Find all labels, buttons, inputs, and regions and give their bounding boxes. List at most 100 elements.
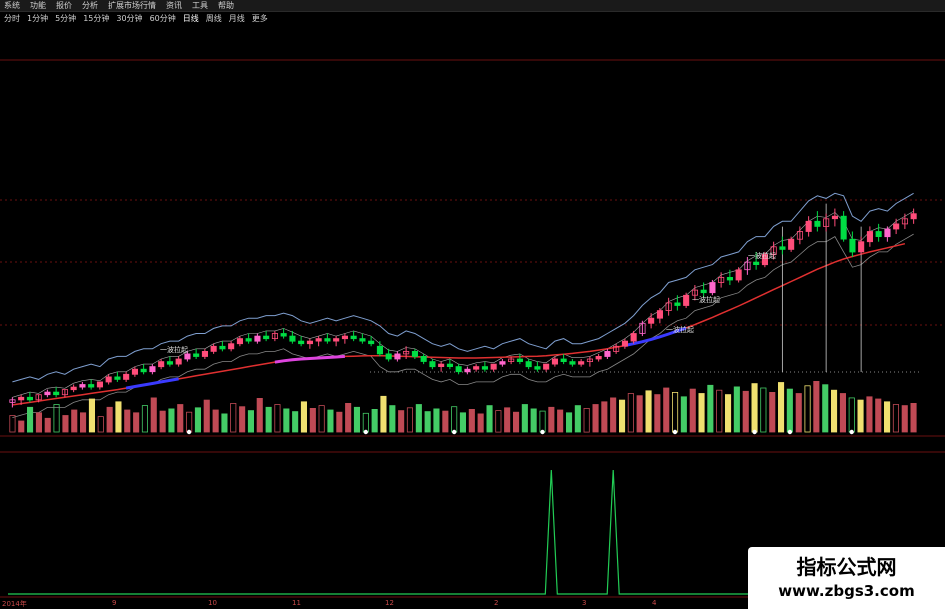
volume-bar [663,387,670,433]
volume-marker [672,429,678,435]
volume-bar [194,407,202,433]
candle-body [105,376,112,383]
candle-body [753,261,760,266]
candle-body [473,366,480,370]
candle-body [700,289,707,294]
candle-body [884,228,891,238]
chart-annotation-5: 一波拉起 [748,251,776,260]
candle-body [604,350,611,357]
volume-marker [849,429,854,435]
candle-body [385,353,392,360]
candle-body [831,215,838,220]
watermark-title: 指标公式网 [796,555,897,579]
candle-body [438,363,445,368]
volume-bar [769,391,776,433]
volume-bar [504,407,511,433]
candle-body [805,220,812,232]
candle-body [228,343,235,350]
volume-bar [530,408,537,433]
middle-band-line [12,210,914,398]
ma-accent-blue [125,377,179,390]
volume-bar [9,415,16,433]
volume-bar [256,397,263,433]
candle-body [175,358,182,365]
volume-bar [35,412,42,433]
volume-bar [389,405,396,433]
candle-body [26,396,33,401]
volume-bar [221,413,228,433]
volume-bar [406,407,413,433]
volume-bar [398,410,405,433]
candle-body [280,333,287,337]
volume-bar [18,420,25,433]
candle-body [184,353,191,360]
volume-bar [548,406,555,433]
volume-bar [822,384,829,433]
candle-body [140,368,147,373]
chart-annotation-3: 一波拉起 [692,295,720,304]
candle-body [254,335,261,342]
candle-body [298,340,305,345]
candle-body [446,363,453,368]
axis-label-6: 3 [582,599,587,607]
volume-bar [247,410,255,433]
candle-body [551,358,558,365]
volume-bar [141,405,149,433]
volume-bar [433,408,440,433]
volume-bar [362,412,369,433]
candle-body [341,335,348,340]
volume-bar [619,399,626,433]
candle-body [79,384,86,388]
candle-body [726,276,733,281]
volume-marker [540,429,545,435]
volume-marker [186,429,192,435]
candle-body [359,338,366,342]
volume-bar [725,394,732,433]
volume-bar [451,406,458,433]
volume-bar [689,388,696,433]
ma-accent-magenta [274,354,346,364]
volume-bar [309,407,316,433]
volume-bar [239,406,246,433]
volume-bar [336,411,343,433]
candle-body [595,355,602,360]
volume-bar [804,385,811,433]
candle-body [411,350,418,357]
volume-bar [521,404,528,433]
volume-bar [371,408,378,433]
candle-body [621,340,628,347]
volume-bar [468,408,475,433]
volume-bar [857,399,864,433]
volume-bar [875,398,882,433]
candle-body [18,396,25,401]
volume-bar [71,409,78,433]
volume-bar [610,397,617,433]
volume-bar [839,393,846,433]
candle-body [779,246,786,250]
candle-body [814,220,821,227]
volume-bar [574,405,581,433]
volume-bar [742,390,749,433]
volume-bar [707,384,714,433]
candle-body [131,368,139,375]
volume-bar [636,395,643,433]
volume-bar [274,404,281,433]
volume-bar [910,402,917,433]
candle-body [683,294,690,306]
axis-label-5: 2 [494,599,499,607]
candle-body [910,213,917,220]
volume-bar [716,389,723,433]
candle-body [481,366,488,370]
candle-body [333,338,340,342]
volume-bar [415,404,422,433]
candle-body [210,345,217,352]
candle-body [499,361,506,365]
volume-bar [539,410,546,433]
volume-bar [795,393,802,433]
volume-bar [97,416,104,433]
volume-bar [892,404,899,433]
candle-body [893,223,900,230]
volume-bar [866,396,873,433]
axis-label-3: 11 [292,599,301,607]
axis-label-2: 10 [208,599,217,607]
